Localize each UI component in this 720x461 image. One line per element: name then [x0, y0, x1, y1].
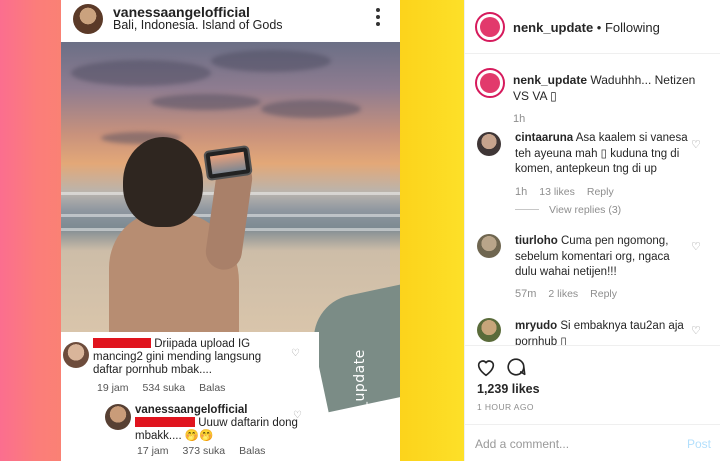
heart-icon[interactable]: ♡ — [691, 138, 701, 151]
heart-icon: ♡ — [291, 348, 300, 359]
screenshot-header: vanessaangelofficial Bali, Indonesia. Is… — [61, 0, 400, 42]
comment-username[interactable]: mryudo — [515, 320, 557, 332]
comment-bubble-icon[interactable] — [505, 356, 527, 378]
heart-icon[interactable]: ♡ — [691, 324, 701, 337]
reply-button[interactable]: Reply — [587, 186, 614, 198]
comment-time: 57m — [515, 288, 537, 300]
embedded-screenshot: vanessaangelofficial Bali, Indonesia. Is… — [61, 0, 400, 461]
redacted-username — [93, 338, 151, 348]
comment-username[interactable]: tiurloho — [515, 235, 558, 247]
post-button[interactable]: Post — [687, 437, 711, 451]
post-sidebar: nenk_update • Following nenk_update Wadu… — [464, 0, 720, 461]
likes-count[interactable]: 1,239 likes — [477, 382, 540, 396]
header-username[interactable]: nenk_update — [513, 20, 593, 35]
avatar[interactable] — [475, 12, 505, 42]
heart-icon[interactable]: ♡ — [691, 240, 701, 253]
avatar[interactable] — [477, 234, 501, 258]
view-replies-label: View replies (3) — [549, 204, 622, 216]
comment-likes[interactable]: 2 likes — [548, 288, 578, 300]
add-comment-bar: Post — [465, 424, 720, 461]
reply-button[interactable]: Reply — [590, 288, 617, 300]
reply-likes: 373 suka — [182, 445, 226, 457]
reply-time: 17 jam — [137, 445, 169, 457]
avatar — [73, 4, 103, 34]
screenshot-comment: Driipada upload IG mancing2 gini mending… — [61, 332, 319, 400]
separator: • — [593, 20, 605, 35]
redacted-username — [135, 417, 195, 427]
three-dots-vertical-icon — [376, 8, 382, 30]
screenshot-reply: vanessaangelofficial Uuuw daftarin dong … — [101, 398, 319, 461]
comment-time: 1h — [515, 186, 528, 198]
reply-username: vanessaangelofficial — [135, 404, 248, 416]
post-time-ago: 1 HOUR AGO — [477, 402, 534, 412]
post-actions: 1,239 likes 1 HOUR AGO Post — [465, 345, 720, 461]
comment-time: 19 jam — [97, 382, 129, 394]
comment-likes[interactable]: 13 likes — [539, 186, 575, 198]
caption-username[interactable]: nenk_update — [513, 73, 587, 87]
add-comment-input[interactable] — [475, 434, 665, 454]
post-header: nenk_update • Following — [465, 0, 720, 54]
heart-icon: ♡ — [293, 410, 302, 421]
caption-time: 1h — [513, 113, 526, 125]
comment-username[interactable]: cintaaruna — [515, 132, 573, 144]
avatar[interactable] — [477, 318, 501, 342]
beach-photo — [61, 42, 400, 413]
comment-likes: 534 suka — [142, 382, 186, 394]
avatar — [63, 342, 89, 368]
view-replies-button[interactable]: View replies (3) — [515, 204, 621, 216]
follow-status[interactable]: Following — [605, 20, 660, 35]
caption: nenk_update Waduhhh... Netizen VS VA ▯ — [513, 72, 709, 104]
post-media[interactable]: vanessaangelofficial Bali, Indonesia. Is… — [0, 0, 464, 461]
reply-emojis: 🤭🤭 — [184, 430, 214, 442]
reply-reply: Balas — [239, 445, 266, 457]
avatar[interactable] — [477, 132, 501, 156]
avatar[interactable] — [475, 68, 505, 98]
screenshot-location: Bali, Indonesia. Island of Gods — [113, 18, 283, 32]
watermark: @nenk_update — [352, 349, 368, 460]
avatar — [105, 404, 131, 430]
comment-reply: Balas — [199, 382, 226, 394]
like-heart-icon[interactable] — [475, 356, 497, 378]
